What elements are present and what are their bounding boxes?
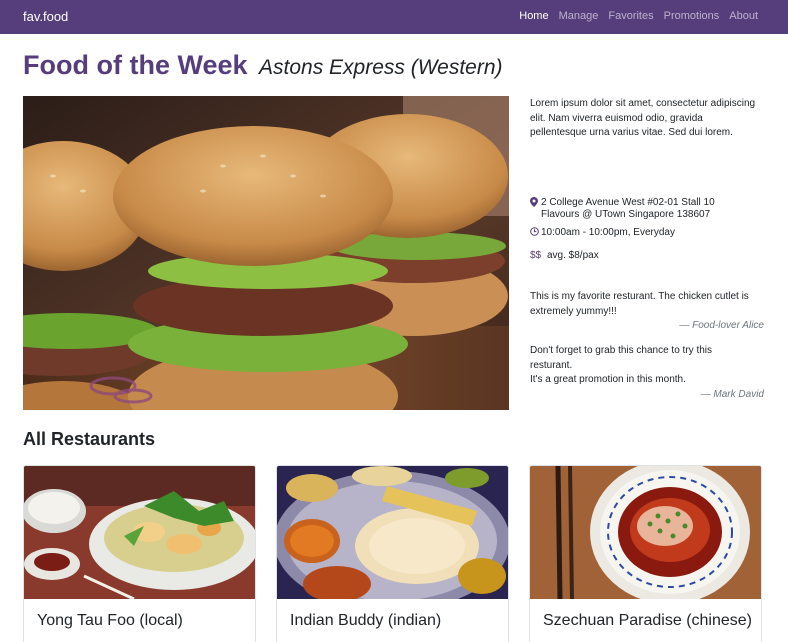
review-2-line3: It's a great promotion in this month. <box>530 374 686 385</box>
map-marker-icon <box>530 197 541 221</box>
hours: 10:00am - 10:00pm, Everyday <box>530 227 770 240</box>
brand-link[interactable]: fav.food <box>23 9 68 24</box>
review-1-author: — Food-lover Alice <box>679 320 764 331</box>
review-1-line2: extremely yummy!!! <box>530 305 617 317</box>
address-line2: Flavours @ UTown Singapore 138607 <box>541 209 711 220</box>
nav-favorites[interactable]: Favorites <box>608 10 653 22</box>
address-line1: 2 College Avenue West #02-01 Stall 10 <box>541 197 715 208</box>
restaurant-name: Szechuan Paradise (chinese) <box>543 612 753 629</box>
address: 2 College Avenue West #02-01 Stall 10 Fl… <box>530 197 770 221</box>
restaurant-image <box>277 466 508 599</box>
nav-menu: Home Manage Favorites Promotions About <box>519 10 758 22</box>
restaurant-card[interactable]: Yong Tau Foo (local) <box>23 465 256 642</box>
restaurant-name: Indian Buddy (indian) <box>290 612 442 629</box>
nav-home[interactable]: Home <box>519 10 548 22</box>
restaurant-name: Yong Tau Foo (local) <box>37 612 183 629</box>
clock-icon <box>530 227 541 240</box>
review-1: This is my favorite resturant. The chick… <box>530 290 766 319</box>
featured-restaurant-name: Astons Express (Western) <box>259 56 503 79</box>
restaurant-image <box>530 466 761 599</box>
price-text: avg. $8/pax <box>547 250 599 261</box>
nav-about[interactable]: About <box>729 10 758 22</box>
address-text: 2 College Avenue West #02-01 Stall 10 Fl… <box>541 197 715 221</box>
review-2-author: — Mark David <box>700 389 764 400</box>
restaurant-card[interactable]: Szechuan Paradise (chinese) <box>529 465 762 642</box>
dollar-icon: $$ <box>530 250 542 261</box>
all-restaurants-title: All Restaurants <box>23 429 156 449</box>
restaurant-card[interactable]: Indian Buddy (indian) <box>276 465 509 642</box>
nav-manage[interactable]: Manage <box>559 10 599 22</box>
featured-food-image <box>23 96 509 410</box>
page-title: Food of the Week <box>23 50 248 80</box>
review-1-line1: This is my favorite resturant. The chick… <box>530 291 749 302</box>
hours-text: 10:00am - 10:00pm, Everyday <box>541 227 675 238</box>
nav-promotions[interactable]: Promotions <box>664 10 720 22</box>
review-2-line1: Don't forget to grab this chance to try … <box>530 345 713 356</box>
restaurant-image <box>24 466 255 599</box>
navbar: fav.food Home Manage Favorites Promotion… <box>0 0 788 34</box>
price: $$ avg. $8/pax <box>530 250 770 262</box>
featured-description: Lorem ipsum dolor sit amet, consectetur … <box>530 98 756 138</box>
review-2: Don't forget to grab this chance to try … <box>530 344 766 388</box>
review-2-line2: resturant. <box>530 359 573 371</box>
